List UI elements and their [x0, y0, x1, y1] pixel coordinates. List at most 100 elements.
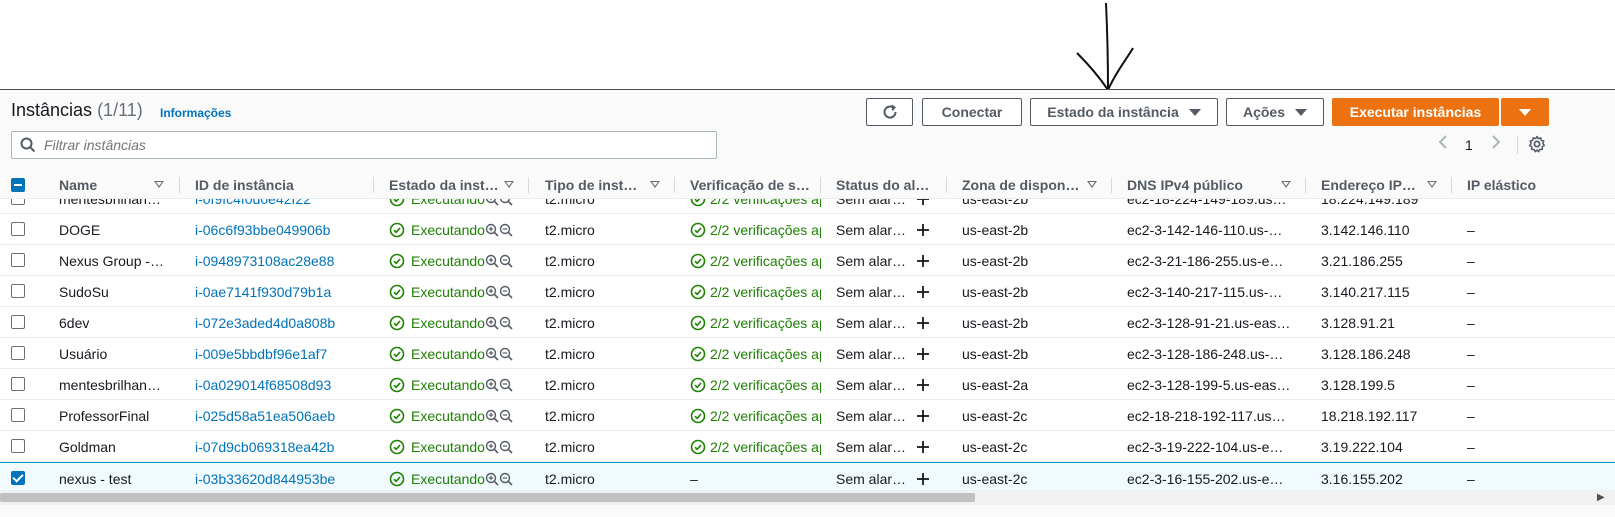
info-link[interactable]: Informações	[160, 106, 231, 120]
add-alarm-button[interactable]	[916, 199, 932, 214]
table-row[interactable]: SudoSu i-0ae7141f930d79b1a Executando t2.mi…	[0, 276, 1615, 307]
next-page-button[interactable]	[1490, 134, 1502, 153]
zoom-out-icon[interactable]	[499, 472, 513, 486]
column-divider[interactable]	[528, 177, 529, 193]
table-row[interactable]: Nexus Group -… i-0948973108ac28e88 Executa…	[0, 245, 1615, 276]
add-alarm-button[interactable]	[916, 214, 932, 245]
zoom-in-icon[interactable]	[485, 316, 499, 330]
table-row[interactable]: Goldman i-07d9cb069318ea42b Executando t2.m…	[0, 431, 1615, 462]
search-input[interactable]	[44, 137, 684, 153]
column-divider[interactable]	[179, 177, 180, 193]
column-divider[interactable]	[1305, 177, 1306, 193]
zoom-in-icon[interactable]	[485, 347, 499, 361]
column-header-status-check[interactable]: Verificação de s…	[690, 171, 810, 199]
zoom-out-icon[interactable]	[499, 223, 513, 237]
table-row[interactable]: nexus - test i-03b33620d844953be Executand…	[0, 462, 1615, 490]
zoom-in-icon[interactable]	[485, 199, 499, 206]
zoom-out-icon[interactable]	[499, 199, 513, 206]
instance-id-link[interactable]: i-0948973108ac28e88	[195, 245, 365, 276]
zoom-out-icon[interactable]	[499, 378, 513, 392]
zoom-out-icon[interactable]	[499, 409, 513, 423]
row-checkbox[interactable]	[11, 222, 25, 236]
column-divider[interactable]	[674, 177, 675, 193]
column-header-dns[interactable]: DNS IPv4 público	[1127, 171, 1243, 199]
row-checkbox[interactable]	[11, 284, 25, 298]
zoom-out-icon[interactable]	[499, 347, 513, 361]
table-row[interactable]: mentesbrilhan… i-0a029014f68508d93 Executa…	[0, 369, 1615, 400]
column-header-elastic-ip[interactable]: IP elástico	[1467, 171, 1536, 199]
add-alarm-button[interactable]	[916, 400, 932, 431]
row-checkbox[interactable]	[11, 439, 25, 453]
instance-id-link[interactable]: i-0ae7141f930d79b1a	[195, 276, 365, 307]
instance-id-link[interactable]: i-0a029014f68508d93	[195, 369, 365, 400]
row-checkbox[interactable]	[11, 377, 25, 391]
row-checkbox[interactable]	[11, 253, 25, 267]
scrollbar-thumb[interactable]	[0, 493, 975, 502]
preferences-button[interactable]	[1528, 135, 1546, 156]
sort-icon[interactable]	[1427, 181, 1437, 188]
column-divider[interactable]	[373, 177, 374, 193]
column-header-zone[interactable]: Zona de dispon…	[962, 171, 1079, 199]
sort-icon[interactable]	[154, 181, 164, 188]
select-all-checkbox[interactable]	[11, 178, 25, 192]
table-row[interactable]: mentesbrilhan… i-0f9fc4f0d0e42f22 Executan…	[0, 199, 1615, 214]
table-row[interactable]: Usuário i-009e5bbdbf96e1af7 Executando t2.m…	[0, 338, 1615, 369]
add-alarm-button[interactable]	[916, 338, 932, 369]
column-header-type[interactable]: Tipo de inst…	[545, 171, 637, 199]
row-checkbox[interactable]	[11, 408, 25, 422]
instance-state-button[interactable]: Estado da instância	[1030, 98, 1218, 126]
instance-id-link[interactable]: i-03b33620d844953be	[195, 463, 365, 490]
sort-icon[interactable]	[650, 181, 660, 188]
zoom-in-icon[interactable]	[485, 409, 499, 423]
instance-id-link[interactable]: i-0f9fc4f0d0e42f22	[195, 199, 365, 214]
refresh-button[interactable]	[866, 98, 913, 126]
column-header-alarm[interactable]: Status do al…	[836, 171, 929, 199]
sort-icon[interactable]	[1087, 181, 1097, 188]
page-number[interactable]: 1	[1465, 137, 1473, 153]
horizontal-scrollbar[interactable]: ▶	[0, 490, 1615, 505]
column-divider[interactable]	[1451, 177, 1452, 193]
add-alarm-button[interactable]	[916, 245, 932, 276]
launch-instances-dropdown-button[interactable]	[1501, 98, 1549, 126]
add-alarm-button[interactable]	[916, 431, 932, 462]
connect-button[interactable]: Conectar	[922, 98, 1022, 126]
zoom-in-icon[interactable]	[485, 472, 499, 486]
zoom-out-icon[interactable]	[499, 316, 513, 330]
sort-icon[interactable]	[1281, 181, 1291, 188]
table-row[interactable]: DOGE i-06c6f93bbe049906b Executando t2.micr…	[0, 214, 1615, 245]
zoom-in-icon[interactable]	[485, 378, 499, 392]
add-alarm-button[interactable]	[916, 463, 932, 490]
launch-instances-button[interactable]: Executar instâncias	[1332, 98, 1499, 126]
row-checkbox[interactable]	[11, 199, 25, 205]
column-header-name[interactable]: Name	[59, 171, 97, 199]
zoom-in-icon[interactable]	[485, 440, 499, 454]
column-header-ip[interactable]: Endereço IP…	[1321, 171, 1416, 199]
instance-id-link[interactable]: i-06c6f93bbe049906b	[195, 214, 365, 245]
previous-page-button[interactable]	[1437, 134, 1449, 153]
table-row[interactable]: ProfessorFinal i-025d58a51ea506aeb Executa…	[0, 400, 1615, 431]
row-checkbox[interactable]	[11, 471, 25, 485]
column-header-state[interactable]: Estado da inst…	[389, 171, 499, 199]
scroll-right-arrow-icon[interactable]: ▶	[1597, 492, 1605, 503]
column-divider[interactable]	[820, 177, 821, 193]
zoom-in-icon[interactable]	[485, 223, 499, 237]
zoom-out-icon[interactable]	[499, 254, 513, 268]
column-divider[interactable]	[1111, 177, 1112, 193]
instance-id-link[interactable]: i-072e3aded4d0a808b	[195, 307, 365, 338]
column-header-id[interactable]: ID de instância	[195, 171, 294, 199]
instance-id-link[interactable]: i-009e5bbdbf96e1af7	[195, 338, 365, 369]
zoom-out-icon[interactable]	[499, 440, 513, 454]
sort-icon[interactable]	[504, 181, 514, 188]
instance-id-link[interactable]: i-07d9cb069318ea42b	[195, 431, 365, 462]
add-alarm-button[interactable]	[916, 307, 932, 338]
row-checkbox[interactable]	[11, 315, 25, 329]
add-alarm-button[interactable]	[916, 369, 932, 400]
column-divider[interactable]	[946, 177, 947, 193]
row-checkbox[interactable]	[11, 346, 25, 360]
instance-id-link[interactable]: i-025d58a51ea506aeb	[195, 400, 365, 431]
zoom-in-icon[interactable]	[485, 285, 499, 299]
zoom-in-icon[interactable]	[485, 254, 499, 268]
zoom-out-icon[interactable]	[499, 285, 513, 299]
add-alarm-button[interactable]	[916, 276, 932, 307]
table-row[interactable]: 6dev i-072e3aded4d0a808b Executando t2.micr…	[0, 307, 1615, 338]
